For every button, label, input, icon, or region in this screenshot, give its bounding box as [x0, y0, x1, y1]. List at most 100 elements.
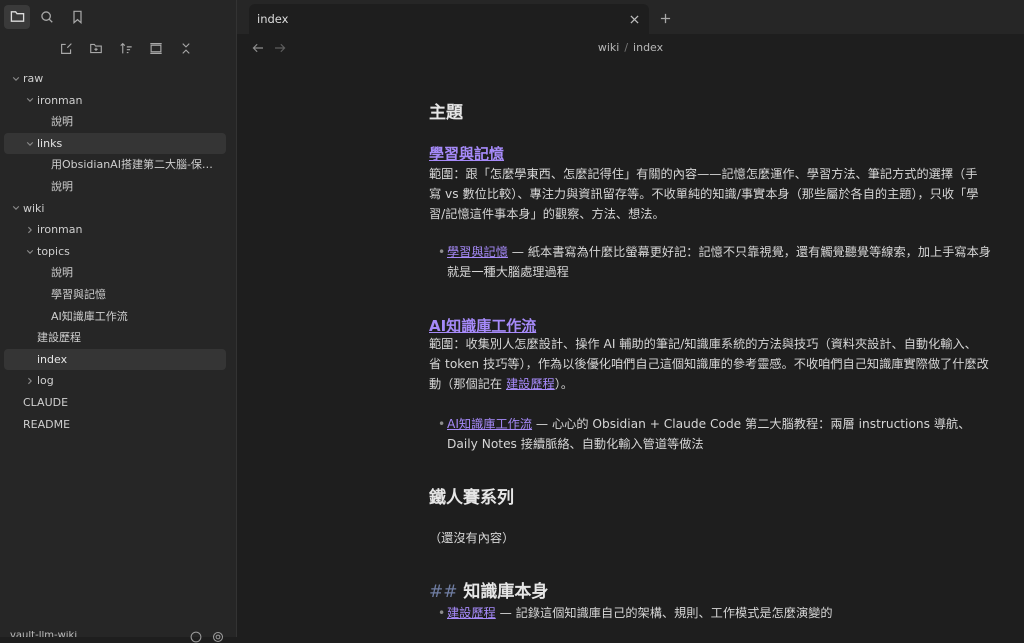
heading-topics: 主題: [429, 103, 463, 123]
tree-item[interactable]: CLAUDE: [4, 392, 226, 414]
bookmark-icon: [72, 10, 82, 24]
chevron-right-icon[interactable]: [24, 219, 36, 241]
tree-item[interactable]: ironman: [4, 219, 226, 241]
bookmarks-tab-button[interactable]: [64, 5, 90, 29]
new-folder-icon: [90, 43, 102, 53]
collapse-all-button[interactable]: [175, 37, 197, 59]
breadcrumb-folder[interactable]: wiki: [598, 41, 619, 54]
sort-button[interactable]: [115, 37, 137, 59]
tree-item[interactable]: AI知識庫工作流: [4, 306, 226, 328]
chevron-down-icon[interactable]: [24, 241, 36, 263]
file-explorer-sidebar: raw ironman 說明 links 用ObsidianAI搭建第二大腦-保姆...…: [0, 0, 237, 643]
scope-ai-kb-workflow: 範圍：收集別人怎麼設計、操作 AI 輔助的筆記/知識庫系統的方法與技巧（資料夾設…: [429, 334, 989, 394]
file-tree: raw ironman 說明 links 用ObsidianAI搭建第二大腦-保姆...…: [0, 68, 236, 435]
tree-item-label: 說明: [51, 179, 73, 193]
list-item: • 學習與記憶 — 紙本書寫為什麼比螢幕更好記：記憶不只靠視覺，還有觸覺聽覺等線索…: [438, 242, 993, 282]
tree-item-label: 建設歷程: [37, 331, 81, 345]
scope-text-b: ）。: [554, 377, 574, 391]
search-tab-button[interactable]: [34, 5, 60, 29]
help-icon[interactable]: [190, 631, 202, 643]
tree-item-label: AI知識庫工作流: [51, 309, 128, 323]
tree-item-label: wiki: [23, 201, 45, 215]
heading-kb-itself: ## 知識庫本身: [429, 581, 548, 603]
search-icon: [41, 10, 53, 23]
heading-ironman-series: 鐵人賽系列: [429, 488, 514, 508]
tree-item-label: 用ObsidianAI搭建第二大腦-保姆...: [51, 158, 222, 172]
heading-link-ai-kb-workflow[interactable]: AI知識庫工作流: [429, 317, 536, 335]
tree-item-label: CLAUDE: [23, 395, 69, 409]
list-item-text: — 紙本書寫為什麼比螢幕更好記：記憶不只靠視覺，還有觸覺聽覺等線索，加上手寫本身…: [447, 245, 991, 279]
bullet-dot: •: [438, 417, 446, 431]
tree-item[interactable]: 建設歷程: [4, 327, 226, 349]
new-folder-button[interactable]: [85, 37, 107, 59]
list-item: • 建設歷程 — 記錄這個知識庫自己的架構、規則、工作模式是怎麼演變的: [438, 603, 993, 623]
collapse-icon: [182, 42, 190, 54]
sort-icon: [120, 42, 132, 53]
plus-icon: [660, 13, 670, 23]
tree-item-label: links: [37, 136, 63, 150]
tab-title: index: [257, 12, 289, 26]
tree-item[interactable]: topics: [4, 241, 226, 263]
tree-item-label: index: [37, 352, 68, 366]
close-tab-icon[interactable]: [625, 10, 643, 28]
chevron-down-icon[interactable]: [24, 133, 36, 155]
tree-item-label: README: [23, 417, 71, 431]
list-item-text: — 記錄這個知識庫自己的架構、規則、工作模式是怎麼演變的: [495, 606, 833, 620]
ironman-empty-text: （還沒有內容）: [429, 531, 515, 545]
settings-gear-icon[interactable]: [212, 631, 224, 643]
tree-item-label: ironman: [37, 223, 83, 237]
view-header: wiki / index: [237, 34, 1024, 62]
files-tab-button[interactable]: [4, 4, 30, 29]
tree-item[interactable]: 用ObsidianAI搭建第二大腦-保姆...: [4, 154, 226, 176]
new-tab-button[interactable]: [655, 8, 675, 28]
sidebar-footer: vault-llm-wiki: [0, 623, 236, 643]
breadcrumb: wiki / index: [237, 41, 1024, 54]
sidebar-top-toolbar: [0, 0, 236, 33]
tab-bar: index: [237, 0, 1024, 34]
tree-item[interactable]: 學習與記憶: [4, 284, 226, 306]
reveal-icon: [150, 42, 162, 54]
chevron-down-icon[interactable]: [10, 68, 22, 90]
list-item: • AI知識庫工作流 — 心心的 Obsidian + Claude Code 第…: [438, 414, 993, 454]
tree-item-label: 學習與記憶: [51, 287, 106, 301]
bullet-dot: •: [438, 245, 446, 259]
tree-item-label: log: [37, 374, 54, 388]
auto-reveal-button[interactable]: [145, 37, 167, 59]
internal-link-learning-memory[interactable]: 學習與記憶: [447, 245, 508, 259]
new-note-button[interactable]: [55, 37, 77, 59]
tree-item[interactable]: 說明: [4, 262, 226, 284]
chevron-down-icon[interactable]: [10, 198, 22, 220]
tree-item[interactable]: links: [4, 132, 226, 155]
internal-link-ai-kb-workflow[interactable]: AI知識庫工作流: [447, 417, 532, 431]
tree-item[interactable]: ironman: [4, 90, 226, 112]
tree-item[interactable]: README: [4, 414, 226, 436]
tab-index[interactable]: index: [249, 4, 649, 34]
explorer-actions: [16, 33, 236, 63]
chevron-down-icon[interactable]: [24, 90, 36, 112]
heading-kb-text: 知識庫本身: [463, 582, 549, 602]
new-note-icon: [60, 42, 72, 54]
heading-learning-memory: 學習與記憶: [429, 144, 504, 164]
vault-name[interactable]: vault-llm-wiki: [10, 631, 77, 637]
heading-ai-kb-workflow: AI知識庫工作流: [429, 316, 536, 336]
internal-link-build-history[interactable]: 建設歷程: [447, 606, 496, 620]
tree-item-label: ironman: [37, 93, 83, 107]
tree-item[interactable]: raw: [4, 68, 226, 90]
internal-link-build-history[interactable]: 建設歷程: [506, 377, 555, 391]
tree-item[interactable]: log: [4, 370, 226, 392]
scope-learning-memory: 範圍：跟「怎麼學東西、怎麼記得住」有關的內容——記憶怎麼運作、學習方法、筆記方式…: [429, 167, 979, 221]
tree-item[interactable]: 說明: [4, 111, 226, 133]
tree-item[interactable]: index: [4, 348, 226, 371]
tree-item-label: 說明: [51, 266, 73, 280]
bullet-dot: •: [438, 606, 446, 620]
folder-icon: [10, 11, 24, 22]
tree-item[interactable]: wiki: [4, 198, 226, 220]
tree-item-label: 說明: [51, 115, 73, 129]
heading-link-learning-memory[interactable]: 學習與記憶: [429, 145, 504, 163]
tree-item[interactable]: 說明: [4, 176, 226, 198]
chevron-right-icon[interactable]: [24, 370, 36, 392]
tree-item-label: raw: [23, 72, 44, 85]
breadcrumb-separator: /: [624, 41, 629, 54]
breadcrumb-file[interactable]: index: [633, 41, 663, 54]
tree-item-label: topics: [37, 244, 70, 258]
